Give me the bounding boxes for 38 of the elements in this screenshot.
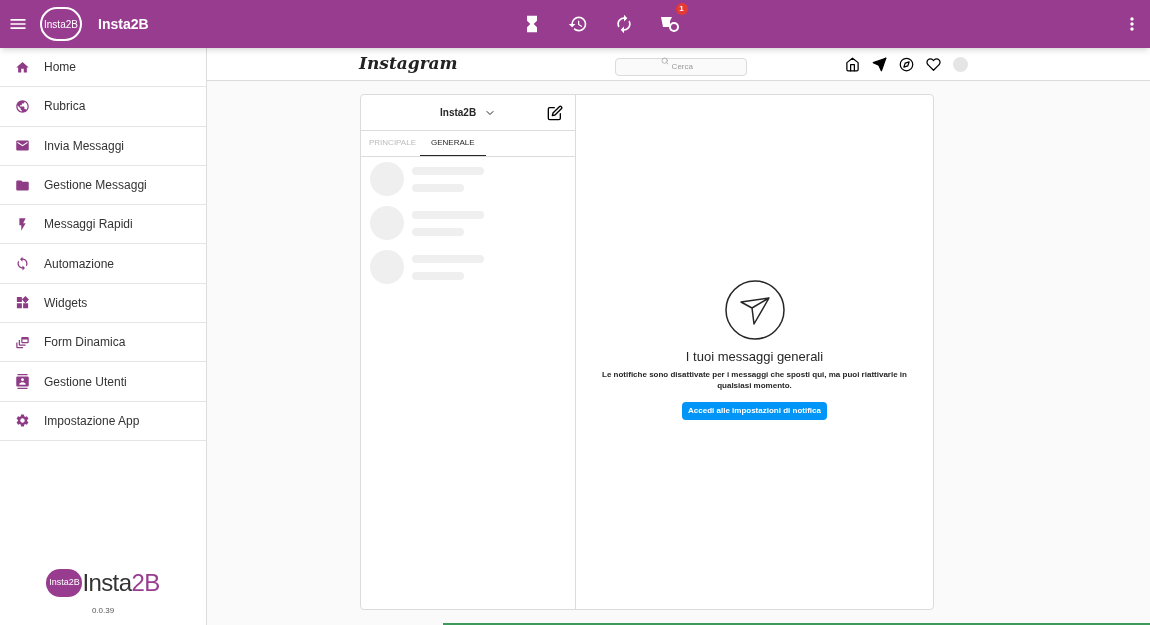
widgets-icon <box>15 295 30 311</box>
sync-icon <box>15 256 30 272</box>
logo-text: Insta2B <box>44 17 78 32</box>
paper-plane-icon <box>724 280 785 340</box>
empty-state-text: Le notifiche sono disattivate per i messaggi che sposti qui, ma puoi riattivarle in qualsiasi momento. <box>601 368 908 391</box>
globe-icon <box>15 98 30 114</box>
app-title: Insta2B <box>98 14 149 34</box>
sidebar-item[interactable]: Rubrica <box>0 87 206 127</box>
version-text: 0.0.39 <box>91 605 115 617</box>
history-icon[interactable] <box>567 14 588 34</box>
instagram-logo[interactable]: Instagram <box>359 51 458 77</box>
search-field[interactable]: Cerca <box>614 57 747 76</box>
inbox-tab[interactable]: GENERALE <box>420 131 486 156</box>
compose-icon[interactable] <box>547 104 563 121</box>
heart-icon[interactable] <box>925 56 941 72</box>
settings-icon <box>15 413 30 429</box>
send-icon[interactable] <box>871 56 887 72</box>
logo-text: Insta2B <box>49 576 80 590</box>
sidebar-item[interactable]: Automazione <box>0 244 206 284</box>
account-switcher[interactable]: Insta2B <box>440 105 497 120</box>
contact-card-icon <box>15 374 30 389</box>
sidebar-item[interactable]: Widgets <box>0 283 206 324</box>
sidebar-item[interactable]: Invia Messaggi <box>0 126 206 166</box>
form-icon <box>15 334 30 350</box>
envelope-icon <box>15 138 30 154</box>
brand-name: Insta2B <box>82 568 160 598</box>
compass-icon[interactable] <box>898 56 914 72</box>
sidebar-item[interactable]: Gestione Utenti <box>0 362 206 402</box>
sidebar-item[interactable]: Home <box>0 48 206 88</box>
home-icon <box>15 59 30 75</box>
home-icon[interactable] <box>844 56 860 72</box>
sidebar-item[interactable]: Gestione Messaggi <box>0 165 206 206</box>
empty-state-title: I tuoi messaggi generali <box>685 348 824 366</box>
sidebar-item[interactable]: Impostazione App <box>0 401 206 441</box>
search-icon <box>660 57 669 65</box>
notification-badge: 1 <box>675 3 688 15</box>
sidebar-item[interactable]: Form Dinamica <box>0 323 206 363</box>
sidebar-item[interactable]: Messaggi Rapidi <box>0 205 206 245</box>
